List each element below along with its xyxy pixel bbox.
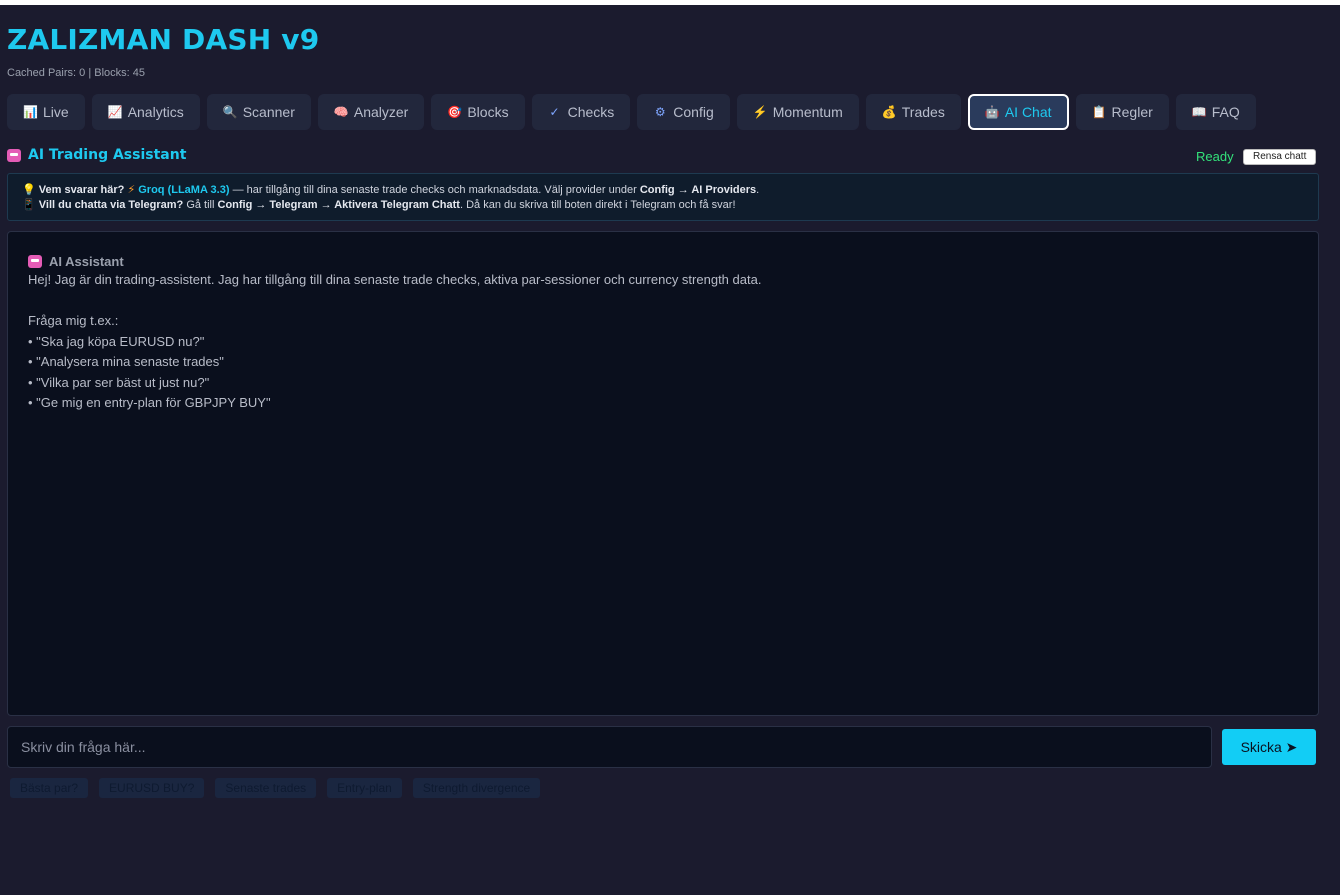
assistant-message: AI Assistant Hej! Jag är din trading-ass… [28, 254, 1298, 414]
panel-title: AI Trading Assistant [7, 147, 186, 163]
tab-label: Config [673, 104, 714, 120]
message-line: Fråga mig t.ex.: [28, 313, 119, 328]
tab-label: Checks [567, 104, 615, 120]
robot-icon [28, 255, 42, 268]
provider-name: Groq (LLaMA 3.3) [138, 184, 230, 196]
tab-regler[interactable]: 📋 Regler [1075, 94, 1169, 130]
tab-config[interactable]: ⚙ Config [637, 94, 730, 130]
target-icon: 🎯 [447, 105, 463, 119]
app-subtitle: Cached Pairs: 0 | Blocks: 45 [7, 67, 145, 79]
tab-label: Live [43, 104, 69, 120]
tab-label: Blocks [467, 104, 509, 120]
app-title: ZALIZMAN DASH v9 [7, 23, 320, 56]
lightning-icon: ⚡ [752, 105, 768, 119]
tab-label: Analytics [127, 104, 184, 120]
quick-prompt-chip[interactable]: Strength divergence [412, 778, 541, 798]
tab-label: Momentum [772, 104, 843, 120]
chat-input[interactable] [7, 726, 1212, 768]
message-line: • "Ska jag köpa EURUSD nu?" [28, 333, 205, 349]
quick-prompt-chip[interactable]: Entry-plan [327, 778, 402, 798]
quick-prompt-chip[interactable]: Senaste trades [215, 778, 317, 798]
clear-chat-button[interactable]: Rensa chatt [1243, 149, 1317, 165]
message-line: • "Ge mig en entry-plan för GBPJPY BUY" [28, 395, 271, 410]
info-line-telegram: 📱 Vill du chatta via Telegram? Gå till C… [22, 198, 1304, 213]
robot-icon [7, 148, 21, 162]
info-text: Gå till [186, 199, 215, 211]
chart-bar-icon: 📊 [23, 105, 38, 119]
tab-analyzer[interactable]: 🧠 Analyzer [317, 94, 425, 130]
telegram-path: Config → Telegram → Aktivera Telegram Ch… [217, 199, 460, 211]
quick-prompt-chip[interactable]: EURUSD BUY? [99, 778, 205, 798]
tab-blocks[interactable]: 🎯 Blocks [431, 94, 525, 130]
clipboard-icon: 📋 [1091, 105, 1107, 119]
tab-label: Trades [901, 104, 945, 120]
tab-label: Analyzer [353, 104, 409, 120]
checkmark-icon: ✓ [549, 105, 560, 119]
tab-ai-chat[interactable]: 🤖 AI Chat [967, 94, 1069, 130]
tab-label: AI Chat [1004, 104, 1052, 120]
message-line: Hej! Jag är din trading-assistent. Jag h… [28, 272, 762, 287]
book-icon: 📖 [1191, 105, 1207, 119]
money-bag-icon: 💰 [881, 105, 897, 119]
tab-trades[interactable]: 💰 Trades [865, 94, 961, 130]
lightning-icon: ⚡ [127, 184, 136, 196]
info-line-provider: 💡 Vem svarar här? ⚡ Groq (LLaMA 3.3) — h… [22, 184, 760, 196]
message-line: • "Vilka par ser bäst ut just nu?" [28, 374, 210, 390]
panel-header: AI Trading Assistant Ready Rensa chatt [7, 147, 1319, 169]
telegram-question: Vill du chatta via Telegram? [38, 199, 184, 211]
chart-up-icon: 📈 [107, 105, 123, 119]
info-question: Vem svarar här? [38, 184, 125, 196]
message-body: Hej! Jag är din trading-assistent. Jag h… [28, 270, 1298, 414]
gear-icon: ⚙ [654, 105, 666, 119]
magnifier-icon: 🔍 [222, 105, 238, 119]
tab-momentum[interactable]: ⚡ Momentum [736, 94, 859, 130]
config-path: Config → AI Providers [639, 184, 757, 196]
tab-label: Regler [1111, 104, 1153, 120]
info-text: — har tillgång till dina senaste trade c… [232, 184, 637, 196]
chat-messages[interactable]: AI Assistant Hej! Jag är din trading-ass… [7, 231, 1319, 716]
brain-icon: 🧠 [333, 105, 349, 119]
message-line: • "Analysera mina senaste trades" [28, 354, 224, 369]
panel-title-text: AI Trading Assistant [28, 147, 187, 163]
tab-bar: 📊 Live 📈 Analytics 🔍 Scanner 🧠 Analyzer 🎯 Blo… [7, 94, 1256, 132]
window-top-strip [0, 0, 1340, 5]
tab-label: FAQ [1211, 104, 1240, 120]
tab-live[interactable]: 📊 Live [7, 94, 85, 130]
info-banner: 💡 Vem svarar här? ⚡ Groq (LLaMA 3.3) — h… [7, 173, 1319, 221]
quick-prompt-chip[interactable]: Bästa par? [10, 778, 89, 798]
tab-analytics[interactable]: 📈 Analytics [91, 94, 200, 130]
tab-faq[interactable]: 📖 FAQ [1175, 94, 1256, 130]
author-name: AI Assistant [49, 254, 124, 269]
chat-input-row: Skicka ➤ [7, 726, 1319, 768]
quick-prompts: Bästa par? EURUSD BUY? Senaste trades En… [10, 778, 541, 798]
robot-icon: 🤖 [984, 105, 1000, 119]
message-line [28, 291, 1298, 312]
tab-scanner[interactable]: 🔍 Scanner [206, 94, 311, 130]
lightbulb-icon: 💡 [22, 184, 36, 196]
tab-checks[interactable]: ✓ Checks [531, 94, 631, 130]
status-badge: Ready [1196, 149, 1234, 164]
message-author: AI Assistant [28, 254, 1298, 269]
send-button[interactable]: Skicka ➤ [1222, 729, 1316, 765]
phone-icon: 📱 [22, 199, 36, 211]
info-text: . Då kan du skriva till boten direkt i T… [459, 199, 736, 211]
tab-label: Scanner [242, 104, 295, 120]
